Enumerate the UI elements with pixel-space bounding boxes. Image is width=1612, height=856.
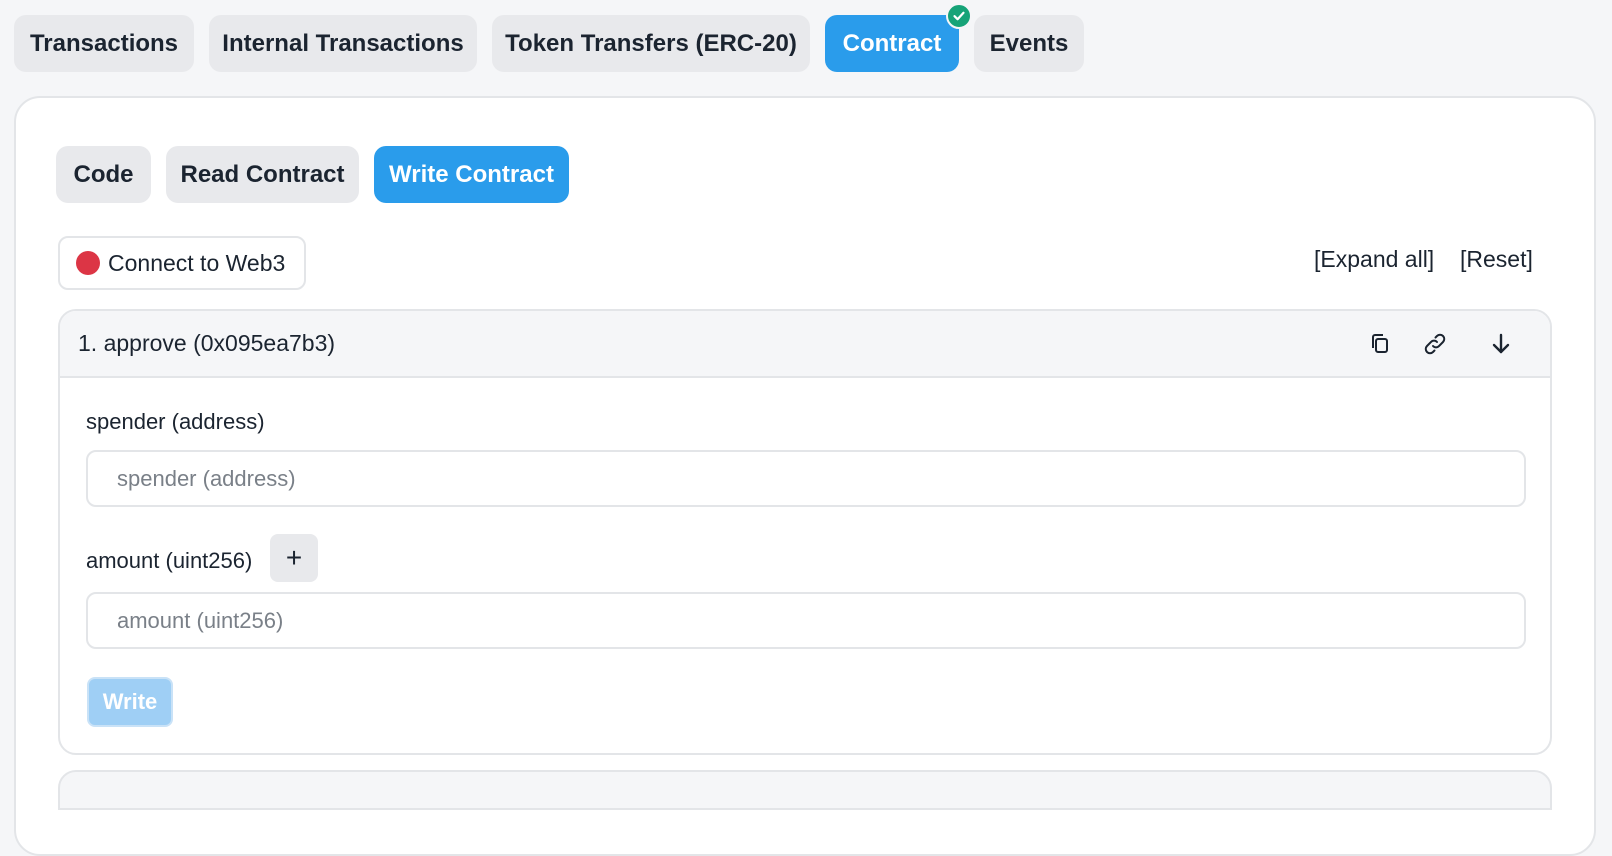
connect-web3-button[interactable]: Connect to Web3 bbox=[58, 236, 306, 290]
add-decimals-button[interactable]: + bbox=[270, 534, 318, 582]
connect-web3-label: Connect to Web3 bbox=[108, 249, 286, 276]
tab-transactions[interactable]: Transactions bbox=[14, 15, 194, 72]
subtab-code[interactable]: Code bbox=[56, 146, 151, 203]
copy-icon[interactable] bbox=[1368, 331, 1394, 357]
amount-input[interactable] bbox=[86, 592, 1526, 649]
amount-label: amount (uint256) bbox=[86, 548, 253, 573]
verified-check-icon bbox=[946, 3, 972, 29]
subtab-write-contract[interactable]: Write Contract bbox=[374, 146, 569, 203]
subtab-read-contract[interactable]: Read Contract bbox=[166, 146, 359, 203]
reset-link[interactable]: [Reset] bbox=[1460, 246, 1533, 273]
next-function-card[interactable] bbox=[58, 770, 1552, 810]
link-icon[interactable] bbox=[1422, 331, 1448, 357]
expand-all-link[interactable]: [Expand all] bbox=[1314, 246, 1434, 273]
tab-events[interactable]: Events bbox=[974, 15, 1084, 72]
function-header[interactable]: 1. approve (0x095ea7b3) bbox=[60, 311, 1550, 378]
write-button[interactable]: Write bbox=[87, 677, 173, 727]
function-card-approve: 1. approve (0x095ea7b3) spender (address… bbox=[58, 309, 1552, 755]
spender-label: spender (address) bbox=[86, 409, 265, 434]
tab-internal-transactions[interactable]: Internal Transactions bbox=[209, 15, 477, 72]
contract-panel: Code Read Contract Write Contract Connec… bbox=[14, 96, 1596, 856]
tab-token-transfers[interactable]: Token Transfers (ERC-20) bbox=[492, 15, 810, 72]
tab-contract[interactable]: Contract bbox=[825, 3, 972, 72]
arrow-down-icon[interactable] bbox=[1488, 331, 1514, 357]
disconnected-status-dot bbox=[76, 251, 100, 275]
function-title: 1. approve (0x095ea7b3) bbox=[78, 330, 336, 356]
tab-contract-label: Contract bbox=[842, 29, 942, 57]
spender-input[interactable] bbox=[86, 450, 1526, 507]
